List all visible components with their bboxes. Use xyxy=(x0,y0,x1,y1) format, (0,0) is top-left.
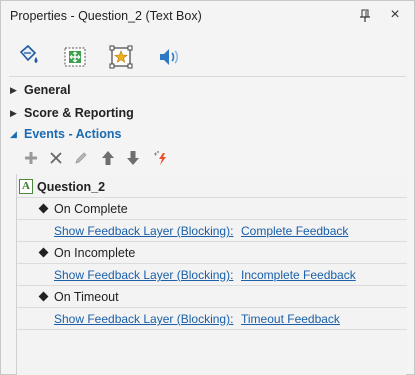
event-row-on-incomplete[interactable]: On Incomplete xyxy=(17,242,407,264)
section-label: Events - Actions xyxy=(24,127,122,141)
text-box-icon: A xyxy=(19,179,33,194)
event-name: On Incomplete xyxy=(54,246,136,260)
chevron-right-icon: ▶ xyxy=(10,84,17,95)
events-actions-list: A Question_2 On Complete Show Feedback L… xyxy=(16,174,407,375)
title-bar: Properties - Question_2 (Text Box) × xyxy=(1,1,414,33)
event-row-on-timeout[interactable]: On Timeout xyxy=(17,286,407,308)
event-row-on-complete[interactable]: On Complete xyxy=(17,198,407,220)
close-icon[interactable]: × xyxy=(388,6,402,24)
diamond-bullet-icon xyxy=(38,247,49,258)
action-link[interactable]: Show Feedback Layer (Blocking): xyxy=(54,224,233,238)
edit-icon[interactable] xyxy=(72,149,90,167)
target-link[interactable]: Timeout Feedback xyxy=(241,312,340,326)
diamond-bullet-icon xyxy=(38,203,49,214)
window-title: Properties - Question_2 (Text Box) xyxy=(10,9,202,23)
action-link[interactable]: Show Feedback Layer (Blocking): xyxy=(54,268,233,282)
event-name: On Timeout xyxy=(54,290,119,304)
object-row[interactable]: A Question_2 xyxy=(17,176,407,198)
target-link[interactable]: Complete Feedback xyxy=(241,224,348,238)
event-name: On Complete xyxy=(54,202,128,216)
property-tabs-toolbar xyxy=(1,43,414,75)
properties-panel: Properties - Question_2 (Text Box) × ▶ G… xyxy=(0,0,415,375)
diamond-bullet-icon xyxy=(38,291,49,302)
action-row-on-timeout: Show Feedback Layer (Blocking): Timeout … xyxy=(17,308,407,330)
target-link[interactable]: Incomplete Feedback xyxy=(241,268,356,282)
section-label: General xyxy=(24,83,71,97)
action-row-on-incomplete: Show Feedback Layer (Blocking): Incomple… xyxy=(17,264,407,286)
action-row-on-complete: Show Feedback Layer (Blocking): Complete… xyxy=(17,220,407,242)
move-down-icon[interactable] xyxy=(124,149,142,167)
section-events-actions[interactable]: ◢ Events - Actions xyxy=(10,125,121,143)
chevron-down-icon: ◢ xyxy=(10,128,17,139)
pin-icon[interactable] xyxy=(358,9,372,23)
section-score-reporting[interactable]: ▶ Score & Reporting xyxy=(10,104,134,122)
move-up-icon[interactable] xyxy=(99,149,117,167)
delete-icon[interactable] xyxy=(47,149,65,167)
toolbar-divider xyxy=(9,76,406,77)
star-frame-icon[interactable] xyxy=(107,43,135,71)
fill-bucket-icon[interactable] xyxy=(15,43,43,71)
object-name: Question_2 xyxy=(37,180,106,194)
chevron-right-icon: ▶ xyxy=(10,107,17,118)
actions-toolbar xyxy=(16,146,406,172)
section-label: Score & Reporting xyxy=(24,106,134,120)
add-icon[interactable] xyxy=(22,149,40,167)
action-link[interactable]: Show Feedback Layer (Blocking): xyxy=(54,312,233,326)
section-general[interactable]: ▶ General xyxy=(10,81,71,99)
lightning-icon[interactable] xyxy=(152,149,170,167)
size-position-icon[interactable] xyxy=(61,43,89,71)
audio-icon[interactable] xyxy=(155,43,183,71)
